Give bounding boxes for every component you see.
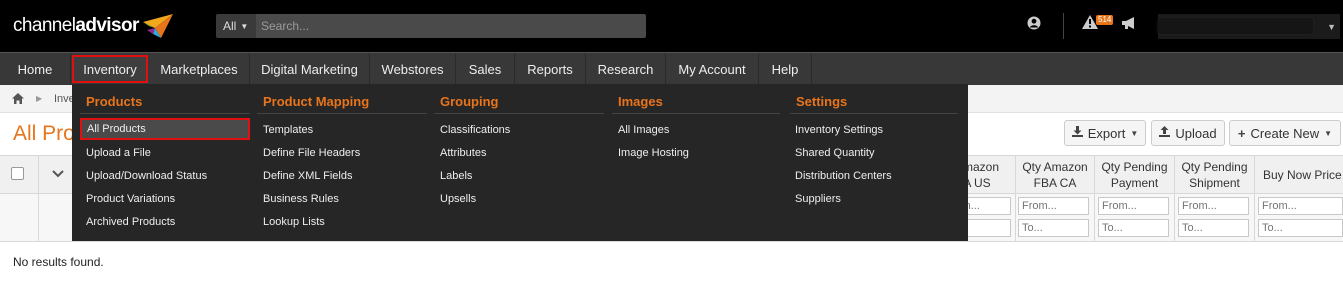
menu-divider: [257, 113, 427, 114]
menu-item-shared-quantity[interactable]: Shared Quantity: [795, 147, 875, 159]
menu-item-product-variations[interactable]: Product Variations: [86, 193, 175, 205]
filter-from-input[interactable]: [1018, 197, 1089, 215]
nav-webstores[interactable]: Webstores: [370, 53, 456, 85]
search-scope-select[interactable]: All ▼: [216, 14, 256, 38]
column-header-line1: Qty Pending: [1101, 160, 1168, 174]
menu-item-labels[interactable]: Labels: [440, 170, 472, 182]
account-select[interactable]: ▼: [1158, 14, 1340, 39]
menu-item-classifications[interactable]: Classifications: [440, 124, 510, 136]
menu-item-image-hosting[interactable]: Image Hosting: [618, 147, 689, 159]
menu-heading-images: Images: [618, 94, 663, 109]
chevron-down-icon[interactable]: [52, 167, 64, 181]
column-divider: [38, 156, 39, 195]
search-scope-label: All: [223, 19, 237, 33]
create-new-button-label: Create New: [1250, 125, 1320, 141]
menu-item-lookup-lists[interactable]: Lookup Lists: [263, 216, 325, 228]
menu-heading-settings: Settings: [796, 94, 848, 109]
top-bar: channeladvisor All ▼ 514 ▼: [0, 0, 1343, 52]
menu-item-templates[interactable]: Templates: [263, 124, 313, 136]
toolbar-divider: [1063, 13, 1064, 39]
filter-from-input[interactable]: [1098, 197, 1169, 215]
alert-count-badge: 514: [1096, 15, 1114, 25]
menu-heading-product-mapping: Product Mapping: [263, 94, 370, 109]
plus-icon: +: [1237, 125, 1246, 141]
column-header-qty-pending-shipment[interactable]: Qty Pending Shipment: [1175, 157, 1254, 193]
filter-to-input[interactable]: [1178, 219, 1249, 237]
nav-inventory[interactable]: Inventory: [72, 55, 148, 83]
inventory-menu: Products All Products Upload a File Uplo…: [72, 84, 968, 241]
column-header-buy-now-price[interactable]: Buy Now Price: [1255, 157, 1343, 193]
column-header-line2: Payment: [1110, 176, 1159, 190]
upload-button[interactable]: Upload: [1151, 120, 1225, 146]
menu-divider: [80, 113, 250, 114]
menu-item-suppliers[interactable]: Suppliers: [795, 193, 841, 205]
nav-my-account[interactable]: My Account: [666, 53, 759, 85]
nav-digital-marketing[interactable]: Digital Marketing: [250, 53, 370, 85]
upload-icon: [1159, 126, 1171, 140]
column-divider: [1174, 194, 1175, 242]
page-title: All Pro: [13, 122, 75, 145]
menu-item-all-products[interactable]: All Products: [80, 118, 250, 140]
column-header-line2: FBA CA: [1033, 176, 1077, 190]
empty-message: No results found.: [13, 255, 104, 269]
upload-button-label: Upload: [1175, 125, 1217, 141]
user-icon[interactable]: [1027, 16, 1041, 34]
export-button-label: Export: [1087, 125, 1126, 141]
column-divider: [38, 194, 39, 242]
account-name-redacted: [1158, 18, 1313, 34]
column-header-line1: Qty Amazon: [1022, 160, 1088, 174]
main-nav: Home Inventory Marketplaces Digital Mark…: [0, 52, 1343, 85]
home-icon[interactable]: [12, 93, 24, 107]
column-header-line1: Buy Now Price: [1263, 168, 1342, 182]
menu-item-business-rules[interactable]: Business Rules: [263, 193, 339, 205]
select-all-checkbox[interactable]: [11, 167, 24, 180]
nav-help[interactable]: Help: [759, 53, 812, 85]
chevron-down-icon: ▼: [1327, 22, 1336, 32]
logo-icon: [142, 14, 173, 38]
export-button[interactable]: Export ▼: [1064, 120, 1146, 146]
column-divider: [1254, 194, 1255, 242]
caret-down-icon: ▼: [1324, 128, 1333, 138]
menu-item-upsells[interactable]: Upsells: [440, 193, 476, 205]
menu-item-distribution-centers[interactable]: Distribution Centers: [795, 170, 892, 182]
nav-home[interactable]: Home: [0, 53, 71, 85]
nav-marketplaces[interactable]: Marketplaces: [149, 53, 250, 85]
brand-name: channeladvisor: [13, 15, 139, 36]
menu-divider: [612, 113, 780, 114]
nav-sales[interactable]: Sales: [456, 53, 515, 85]
menu-item-upload-a-file[interactable]: Upload a File: [86, 147, 151, 159]
menu-item-all-images[interactable]: All Images: [618, 124, 669, 136]
column-header-line1: Qty Pending: [1181, 160, 1248, 174]
menu-item-define-file-headers[interactable]: Define File Headers: [263, 147, 360, 159]
create-new-button[interactable]: + Create New ▼: [1229, 120, 1341, 146]
caret-down-icon: ▼: [1130, 128, 1139, 138]
brand-logo[interactable]: channeladvisor: [13, 13, 175, 39]
search-input[interactable]: [256, 14, 646, 38]
menu-item-define-xml-fields[interactable]: Define XML Fields: [263, 170, 352, 182]
filter-from-input[interactable]: [1178, 197, 1249, 215]
column-header-qty-pending-payment[interactable]: Qty Pending Payment: [1095, 157, 1174, 193]
menu-item-attributes[interactable]: Attributes: [440, 147, 486, 159]
menu-heading-grouping: Grouping: [440, 94, 499, 109]
menu-item-upload-download-status[interactable]: Upload/Download Status: [86, 170, 207, 182]
chevron-right-icon: ▶: [36, 94, 43, 103]
column-header-qty-amazon-fba-ca[interactable]: Qty Amazon FBA CA: [1016, 157, 1094, 193]
menu-item-archived-products[interactable]: Archived Products: [86, 216, 175, 228]
filter-from-input[interactable]: [1258, 197, 1343, 215]
filter-to-input[interactable]: [1258, 219, 1343, 237]
column-header-line2: Shipment: [1189, 176, 1240, 190]
column-divider: [1094, 194, 1095, 242]
menu-divider: [790, 113, 958, 114]
nav-reports[interactable]: Reports: [515, 53, 586, 85]
nav-research[interactable]: Research: [586, 53, 666, 85]
filter-to-input[interactable]: [1018, 219, 1089, 237]
menu-heading-products: Products: [86, 94, 143, 109]
megaphone-icon[interactable]: [1121, 16, 1137, 34]
menu-divider: [434, 113, 604, 114]
chevron-down-icon: ▼: [240, 21, 249, 31]
menu-item-inventory-settings[interactable]: Inventory Settings: [795, 124, 883, 136]
filter-to-input[interactable]: [1098, 219, 1169, 237]
download-icon: [1071, 126, 1083, 140]
column-divider: [1015, 194, 1016, 242]
